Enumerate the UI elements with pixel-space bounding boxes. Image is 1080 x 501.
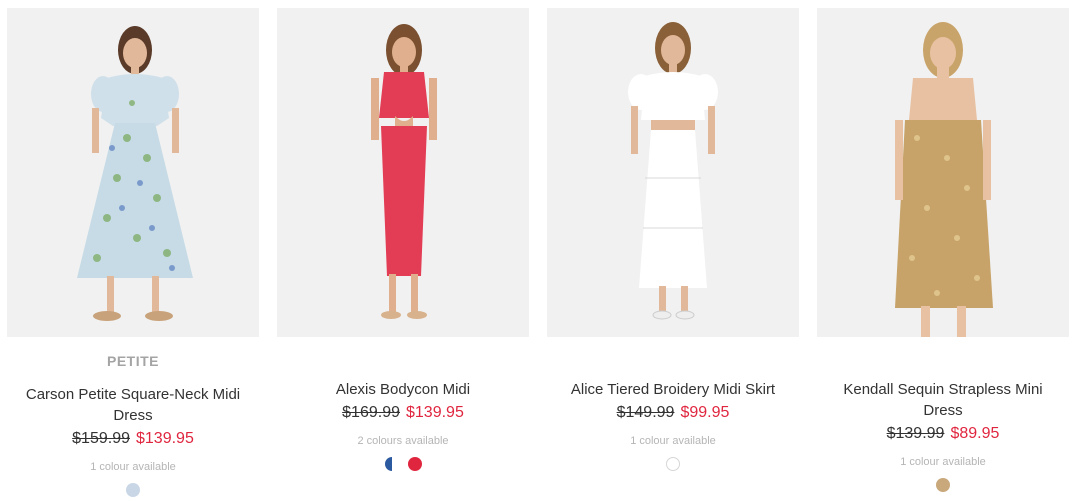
product-image[interactable] <box>277 8 529 337</box>
model-figure-floral-dress <box>7 8 259 337</box>
model-figure-red-dress <box>277 8 529 337</box>
original-price: $149.99 <box>616 404 675 421</box>
product-name[interactable]: Alice Tiered Broidery Midi Skirt <box>547 379 799 400</box>
original-price: $169.99 <box>342 404 400 421</box>
product-card[interactable]: Kendall Sequin Strapless Mini Dress $139… <box>817 8 1069 492</box>
colour-swatch[interactable] <box>126 483 140 497</box>
sale-price: $139.95 <box>136 430 194 447</box>
colour-swatches <box>547 457 799 471</box>
product-price: $149.99 $99.95 <box>547 403 799 423</box>
product-image[interactable] <box>7 8 259 337</box>
colour-swatches <box>7 483 259 497</box>
product-price: $159.99 $139.95 <box>7 429 259 449</box>
colour-swatch[interactable] <box>936 478 950 492</box>
model-figure-gold-dress <box>817 8 1069 337</box>
colour-availability: 1 colour available <box>630 435 716 447</box>
sale-price: $139.95 <box>406 404 464 421</box>
product-name[interactable]: Carson Petite Square-Neck Midi Dress <box>7 384 259 426</box>
product-badge: PETITE <box>106 353 159 369</box>
colour-swatches <box>817 478 1069 492</box>
product-card[interactable]: PETITE Carson Petite Square-Neck Midi Dr… <box>7 8 259 497</box>
colour-swatch[interactable] <box>384 457 399 471</box>
colour-swatch[interactable] <box>407 457 422 471</box>
product-price: $169.99 $139.95 <box>277 403 529 423</box>
original-price: $139.99 <box>886 425 945 442</box>
colour-swatches <box>277 457 529 471</box>
model-figure-white-set <box>547 8 799 337</box>
sale-price: $89.95 <box>950 425 1000 442</box>
product-card[interactable]: Alexis Bodycon Midi $169.99 $139.95 2 col… <box>277 8 529 471</box>
colour-availability: 1 colour available <box>90 461 176 473</box>
product-card[interactable]: Alice Tiered Broidery Midi Skirt $149.99… <box>547 8 799 471</box>
colour-swatch[interactable] <box>666 457 680 471</box>
colour-availability: 1 colour available <box>900 456 986 468</box>
product-image[interactable] <box>817 8 1069 337</box>
product-price: $139.99 $89.95 <box>817 424 1069 444</box>
original-price: $159.99 <box>72 430 130 447</box>
product-grid: PETITE Carson Petite Square-Neck Midi Dr… <box>0 0 1080 501</box>
sale-price: $99.95 <box>680 404 730 421</box>
colour-availability: 2 colours available <box>357 435 449 447</box>
product-name[interactable]: Kendall Sequin Strapless Mini Dress <box>817 379 1069 421</box>
product-name[interactable]: Alexis Bodycon Midi <box>277 379 529 400</box>
product-image[interactable] <box>547 8 799 337</box>
